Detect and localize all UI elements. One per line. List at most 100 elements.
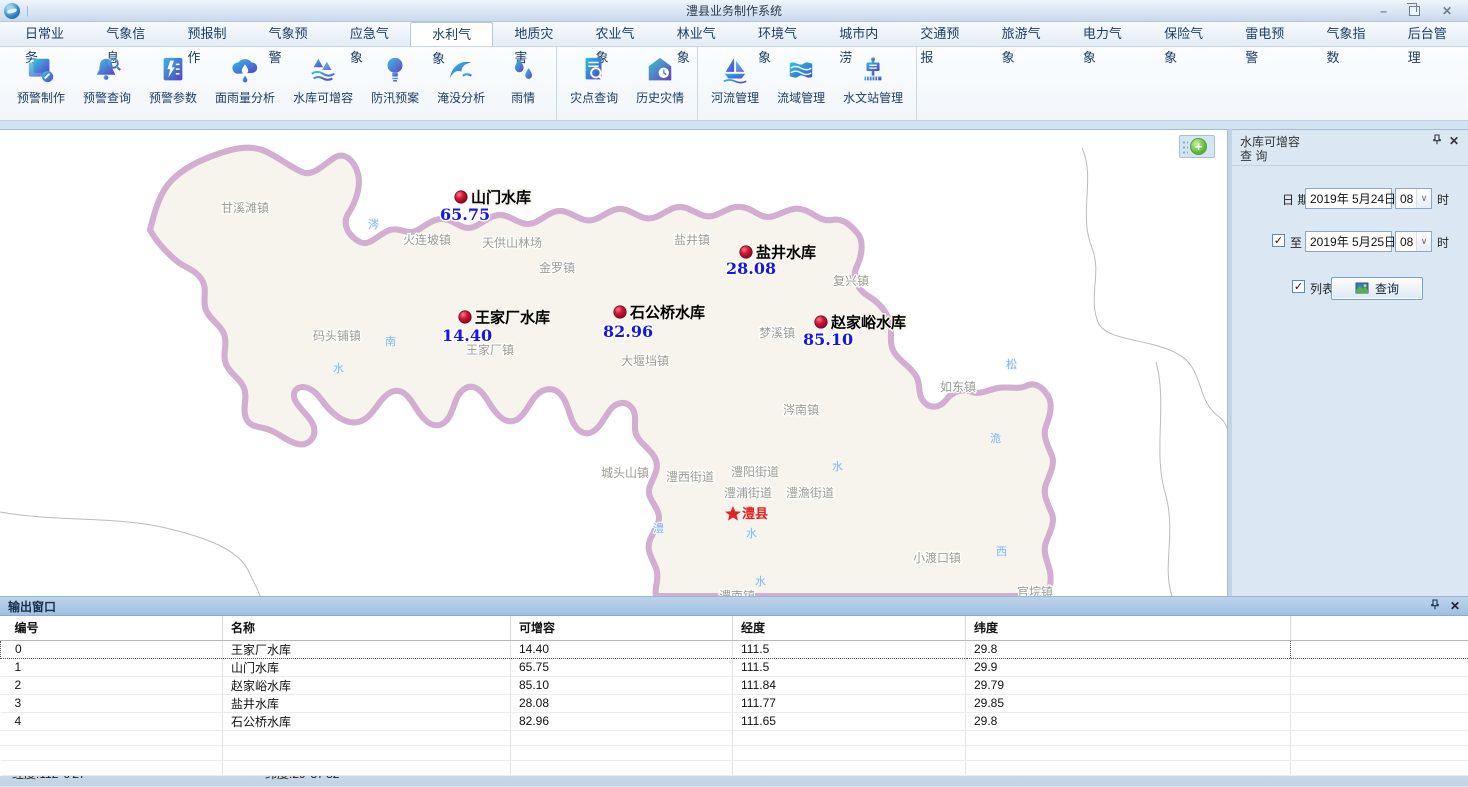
map-label-river: 洈 bbox=[990, 431, 1001, 445]
column-header[interactable]: 经度 bbox=[733, 616, 966, 640]
map-label-river: 水 bbox=[832, 460, 843, 473]
date-to-combo[interactable]: 2019年 5月25日∨ bbox=[1305, 231, 1392, 252]
reservoir-name-label: 石公桥水库 bbox=[629, 304, 705, 322]
menu-item-13[interactable]: 旅游气象 bbox=[981, 22, 1062, 46]
menu-item-5[interactable]: 应急气象 bbox=[329, 22, 410, 46]
menu-item-15[interactable]: 保险气象 bbox=[1143, 22, 1224, 46]
column-header[interactable]: 纬度 bbox=[966, 616, 1291, 640]
map-label-town: 大堰垱镇 bbox=[621, 354, 669, 368]
tool-doc-lightning-button[interactable]: 预警参数 bbox=[140, 47, 206, 120]
grip-handle-icon[interactable] bbox=[1182, 140, 1188, 154]
date-from-combo[interactable]: 2019年 5月24日∨ bbox=[1305, 188, 1392, 209]
map-label-town: 澧澹街道 bbox=[786, 486, 834, 500]
menu-item-8[interactable]: 农业气象 bbox=[575, 22, 656, 46]
tool-bell-search-button[interactable]: 预警查询 bbox=[74, 47, 140, 120]
table-row[interactable]: 4石公桥水库82.96111.6529.8 bbox=[1, 712, 1468, 730]
menu-item-11[interactable]: 城市内涝 bbox=[818, 22, 899, 46]
tool-hydro-station-button[interactable]: 水文站管理 bbox=[834, 47, 912, 120]
menu-item-16[interactable]: 雷电预警 bbox=[1224, 22, 1305, 46]
tool-cloud-drop-button[interactable]: 面雨量分析 bbox=[206, 47, 284, 120]
chevron-down-icon[interactable]: ∨ bbox=[1416, 232, 1431, 251]
reservoir-value-label: 65.75 bbox=[440, 205, 490, 224]
menu-item-3[interactable]: 预报制作 bbox=[166, 22, 247, 46]
hour-to-combo[interactable]: 08∨ bbox=[1395, 231, 1432, 252]
restore-button[interactable] bbox=[1409, 6, 1420, 16]
menu-item-6[interactable]: 水利气象 bbox=[410, 22, 493, 46]
table-row[interactable]: 3盐井水库28.08111.7729.85 bbox=[1, 694, 1468, 712]
tool-alert-doc-button[interactable]: 预警制作 bbox=[8, 47, 74, 120]
empty-row bbox=[1, 745, 1468, 760]
map-label-town: 梦溪镇 bbox=[759, 326, 795, 340]
county-map[interactable]: 甘溪滩镇火连坡镇天供山林场金罗镇盐井镇复兴镇码头铺镇王家厂镇大堰垱镇梦溪镇如东镇… bbox=[0, 130, 1228, 596]
table-row[interactable]: 2赵家峪水库85.10111.8429.79 bbox=[1, 676, 1468, 694]
column-header[interactable]: 名称 bbox=[223, 616, 511, 640]
query-button[interactable]: 查询 bbox=[1331, 277, 1423, 300]
menu-item-1[interactable]: 日常业务 bbox=[4, 22, 85, 46]
toolbar-group-3: 河流管理流域管理水文站管理 bbox=[698, 47, 917, 120]
reservoir-query-panel: 水库可增容 查 询 ✕ 日 期 2019年 5月24日∨ 08∨ 时 ✓ 至 2… bbox=[1232, 129, 1468, 596]
menu-item-7[interactable]: 地质灾害 bbox=[493, 22, 574, 46]
reservoir-marker-icon[interactable] bbox=[455, 191, 467, 203]
reservoir-capacity-icon bbox=[308, 55, 338, 85]
reservoir-value-label: 14.40 bbox=[442, 326, 492, 345]
cloud-drop-icon bbox=[230, 55, 260, 85]
map-panel[interactable]: 甘溪滩镇火连坡镇天供山林场金罗镇盐井镇复兴镇码头铺镇王家厂镇大堰垱镇梦溪镇如东镇… bbox=[0, 129, 1228, 596]
waves-icon bbox=[786, 55, 816, 85]
map-label-town: 天供山林场 bbox=[482, 236, 542, 250]
chevron-down-icon[interactable]: ∨ bbox=[1416, 189, 1431, 208]
reservoir-value-label: 85.10 bbox=[803, 330, 853, 349]
map-label-town: 官垸镇 bbox=[1017, 584, 1053, 596]
table-row[interactable]: 1山门水库65.75111.529.9 bbox=[1, 658, 1468, 676]
tool-waves-button[interactable]: 流域管理 bbox=[768, 47, 834, 120]
reservoir-marker-icon[interactable] bbox=[740, 246, 752, 258]
menu-item-4[interactable]: 气象预警 bbox=[248, 22, 329, 46]
menu-item-9[interactable]: 林业气象 bbox=[656, 22, 737, 46]
panel-close-icon[interactable]: ✕ bbox=[1449, 134, 1459, 148]
column-header[interactable]: 编号 bbox=[1, 616, 223, 640]
tool-wave-button[interactable]: 淹没分析 bbox=[428, 47, 494, 120]
empty-row bbox=[1, 730, 1468, 745]
reservoir-marker-icon[interactable] bbox=[815, 316, 827, 328]
close-button[interactable]: ✕ bbox=[1442, 0, 1452, 22]
tool-house-history-button[interactable]: 历史灾情 bbox=[627, 47, 693, 120]
pin-icon[interactable] bbox=[1432, 134, 1442, 148]
county-border-line bbox=[150, 148, 1053, 596]
output-table[interactable]: 编号名称可增容经度纬度0王家厂水库14.40111.529.81山门水库65.7… bbox=[0, 616, 1468, 776]
pin-icon[interactable] bbox=[1430, 599, 1440, 613]
date-to-row: ✓ 至 2019年 5月25日∨ 08∨ 时 bbox=[1232, 231, 1468, 253]
county-seat-label: 澧县 bbox=[742, 506, 768, 521]
list-checkbox[interactable]: ✓ bbox=[1292, 280, 1305, 293]
map-label-town: 城头山镇 bbox=[601, 466, 649, 480]
map-label-town: 涔南镇 bbox=[783, 402, 819, 417]
menu-item-18[interactable]: 后台管理 bbox=[1387, 22, 1468, 46]
output-header: 输出窗口 ✕ bbox=[0, 597, 1468, 616]
menu-item-12[interactable]: 交通预报 bbox=[899, 22, 980, 46]
menu-item-17[interactable]: 气象指数 bbox=[1306, 22, 1387, 46]
list-query-row: ✓ 列表 查询 bbox=[1232, 277, 1468, 299]
column-header[interactable]: 可增容 bbox=[511, 616, 733, 640]
menu-item-10[interactable]: 环境气象 bbox=[737, 22, 818, 46]
map-label-river: 涔 bbox=[368, 217, 379, 231]
reservoir-marker-icon[interactable] bbox=[614, 306, 626, 318]
hour-from-combo[interactable]: 08∨ bbox=[1395, 188, 1432, 209]
reservoir-marker-icon[interactable] bbox=[459, 311, 471, 323]
menu-item-14[interactable]: 电力气象 bbox=[1062, 22, 1143, 46]
to-label: 至 bbox=[1290, 234, 1302, 251]
output-title: 输出窗口 bbox=[8, 598, 56, 615]
tool-raindrops-button[interactable]: 雨情 bbox=[494, 47, 552, 120]
tool-bulb-button[interactable]: 防汛预案 bbox=[362, 47, 428, 120]
title-bar: | 澧县业务制作系统 – ✕ bbox=[0, 0, 1468, 22]
tool-sailboat-button[interactable]: 河流管理 bbox=[702, 47, 768, 120]
add-layer-button[interactable]: + bbox=[1190, 138, 1207, 155]
table-row[interactable]: 0王家厂水库14.40111.529.8 bbox=[1, 640, 1468, 658]
tool-reservoir-capacity-button[interactable]: 水库可增容 bbox=[284, 47, 362, 120]
map-label-town: 如东镇 bbox=[940, 379, 976, 394]
to-checkbox[interactable]: ✓ bbox=[1272, 234, 1285, 247]
workspace-gap bbox=[0, 121, 1468, 129]
reservoir-name-label: 山门水库 bbox=[471, 189, 531, 207]
minimize-button[interactable]: – bbox=[1380, 0, 1387, 22]
output-close-icon[interactable]: ✕ bbox=[1450, 599, 1460, 613]
tool-doc-search-button[interactable]: 灾点查询 bbox=[561, 47, 627, 120]
bulb-icon bbox=[380, 55, 410, 85]
menu-item-2[interactable]: 气象信息 bbox=[85, 22, 166, 46]
